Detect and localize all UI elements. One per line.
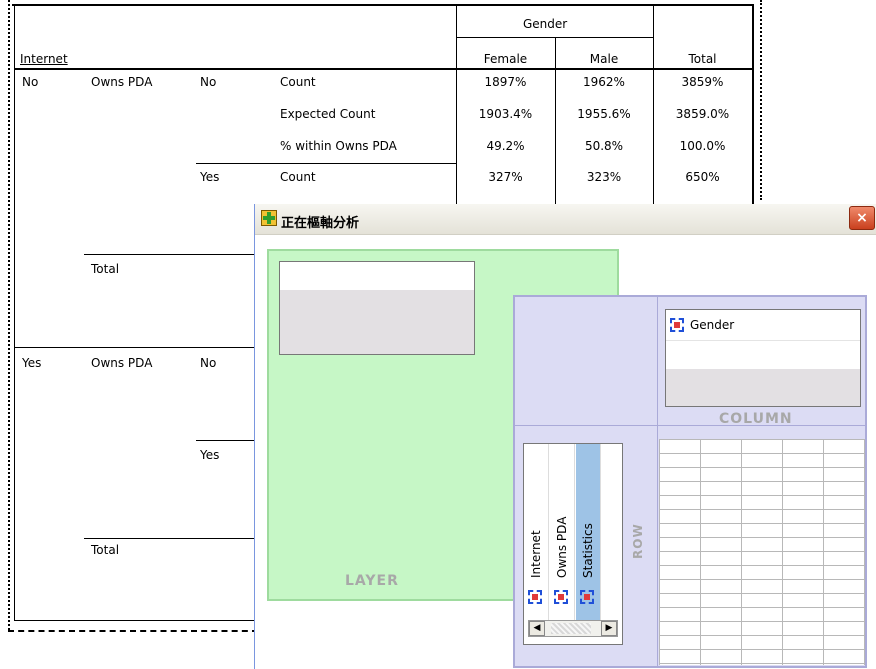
- stat-count: Count: [280, 75, 316, 89]
- cell-r1-female: 1897%: [484, 75, 527, 89]
- yes-separator: [196, 163, 456, 164]
- title-bar[interactable]: 正在樞軸分析 ×: [255, 204, 876, 235]
- table-right-border: [752, 4, 754, 204]
- cell-r4-total: 650%: [685, 170, 720, 184]
- pivot-title-icon: [261, 210, 277, 226]
- cell-r3-female: 49.2%: [486, 139, 525, 153]
- male-header: Male: [589, 52, 619, 66]
- cell-r4-male: 323%: [586, 170, 622, 184]
- layer-label: LAYER: [345, 573, 399, 589]
- zone-horizontal-divider: [515, 425, 865, 426]
- close-button[interactable]: ×: [849, 206, 875, 230]
- pivot-variable-icon: [554, 590, 568, 604]
- stat-count-yes: Count: [280, 170, 316, 184]
- row-item-statistics[interactable]: Statistics: [576, 444, 601, 624]
- internet-no: No: [22, 75, 39, 89]
- total-separator-1: [84, 254, 256, 255]
- pivot-variable-icon: [580, 590, 594, 604]
- pivot-variable-icon: [670, 318, 684, 332]
- row-item-internet[interactable]: Internet: [524, 444, 549, 624]
- scroll-thumb[interactable]: [551, 623, 591, 634]
- row-item-label: Owns PDA: [555, 516, 569, 578]
- column-empty-slot: [666, 340, 860, 369]
- internet-yes: Yes: [22, 356, 42, 370]
- pivot-variable-icon: [528, 590, 542, 604]
- owns-pda-label-2: Owns PDA: [91, 356, 153, 370]
- cell-r3-total: 100.0%: [679, 139, 726, 153]
- column-item-gender[interactable]: Gender: [666, 310, 860, 340]
- table-left-border: [14, 4, 15, 620]
- gender-underline: [456, 37, 653, 38]
- female-header: Female: [483, 52, 528, 66]
- internet-header: Internet: [20, 52, 68, 66]
- left-dotted-border: [8, 0, 10, 630]
- owns-pda-yes-1: Yes: [200, 170, 220, 184]
- total-header: Total: [688, 52, 717, 66]
- header-underline: [14, 68, 754, 70]
- total-label-1: Total: [91, 262, 120, 276]
- total-label-2: Total: [91, 543, 120, 557]
- bottom-dashed-border: [8, 630, 258, 632]
- column-label: COLUMN: [719, 411, 793, 427]
- zone-vertical-divider: [657, 297, 658, 666]
- row-item-owns-pda[interactable]: Owns PDA: [550, 444, 575, 624]
- owns-pda-label-1: Owns PDA: [91, 75, 153, 89]
- cell-r2-female: 1903.4%: [478, 107, 533, 121]
- cell-r2-total: 3859.0%: [675, 107, 730, 121]
- cell-r4-female: 327%: [488, 170, 523, 184]
- cell-r3-male: 50.8%: [584, 139, 624, 153]
- owns-pda-yes-2: Yes: [200, 448, 220, 462]
- table-top-border: [12, 4, 754, 6]
- column-drop-box[interactable]: Gender: [665, 309, 861, 407]
- cell-r1-total: 3859%: [681, 75, 724, 89]
- table-bottom-border: [14, 620, 254, 621]
- owns-pda-no-2: No: [200, 356, 217, 370]
- gender-header: Gender: [523, 17, 568, 31]
- scroll-right-button[interactable]: ▶: [601, 621, 617, 636]
- stat-pct: % within Owns PDA: [280, 139, 397, 153]
- preview-grid: [659, 439, 865, 665]
- pivot-body: LAYER Gender COLUMN Internet Owns PDA St…: [255, 235, 876, 669]
- row-column-zone: Gender COLUMN Internet Owns PDA Statisti…: [513, 295, 867, 668]
- stat-expected: Expected Count: [280, 107, 376, 121]
- row-label: ROW: [631, 523, 645, 559]
- row-drop-box[interactable]: Internet Owns PDA Statistics ◀ ▶: [523, 443, 623, 645]
- owns-pda-no-1: No: [200, 75, 217, 89]
- layer-drop-box[interactable]: [279, 261, 475, 355]
- total-separator-2: [84, 538, 256, 539]
- window-title: 正在樞軸分析: [281, 216, 360, 231]
- internet-yes-separator: [14, 347, 256, 348]
- row-horizontal-scrollbar[interactable]: ◀ ▶: [528, 620, 618, 637]
- right-dotted-border: [760, 0, 762, 200]
- scroll-left-button[interactable]: ◀: [529, 621, 545, 636]
- layer-drop-box-row: [280, 262, 474, 290]
- column-item-label: Gender: [690, 318, 735, 332]
- cell-r2-male: 1955.6%: [577, 107, 631, 121]
- row-item-label: Statistics: [581, 523, 595, 578]
- cell-r1-male: 1962%: [583, 75, 625, 89]
- row-item-label: Internet: [529, 530, 543, 578]
- yes-separator-2: [196, 440, 256, 441]
- pivoting-window[interactable]: 正在樞軸分析 × LAYER Gender COLUMN Internet Ow…: [254, 204, 876, 669]
